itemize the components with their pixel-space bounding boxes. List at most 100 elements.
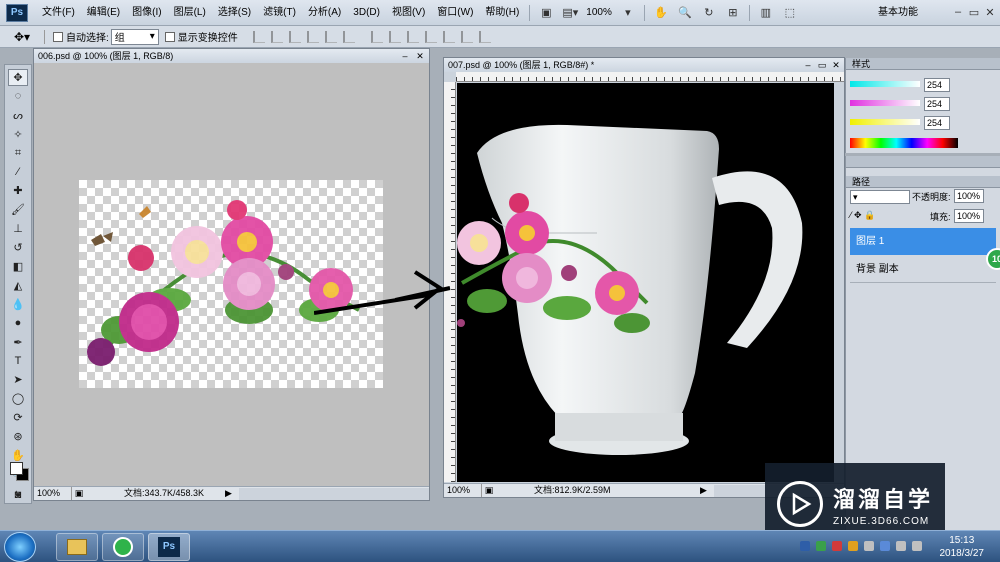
move-tool-icon[interactable]: ✥ (8, 69, 28, 86)
explorer-icon[interactable] (56, 533, 98, 561)
paint-bucket-icon[interactable]: ◭ (8, 277, 28, 294)
status-menu-icon[interactable]: ▣ (482, 484, 496, 497)
red-value[interactable]: 254 (924, 78, 950, 92)
restore-icon[interactable]: ▭ (816, 58, 828, 72)
blue-slider-bar[interactable] (850, 119, 920, 125)
close-icon[interactable]: ✕ (830, 58, 842, 72)
minimize-icon[interactable]: – (802, 58, 814, 72)
status-menu-icon[interactable]: ▣ (72, 487, 86, 500)
color-slider-r[interactable]: 254 (846, 76, 1000, 95)
spectrum-bar[interactable] (850, 138, 958, 148)
menu-analysis[interactable]: 分析(A) (302, 0, 347, 26)
close-icon[interactable]: ✕ (982, 4, 998, 20)
fill-field[interactable]: 100% (954, 209, 984, 223)
distribute-right-icon[interactable] (460, 30, 473, 43)
arrange-docs-icon[interactable]: ▥ (757, 5, 775, 21)
show-transform-checkbox[interactable] (164, 31, 175, 42)
blur-tool-icon[interactable]: 💧 (8, 296, 28, 313)
green-slider-bar[interactable] (850, 100, 920, 106)
menu-help[interactable]: 帮助(H) (479, 0, 525, 26)
opacity-field[interactable]: 100% (954, 189, 984, 203)
menu-3d[interactable]: 3D(D) (347, 0, 386, 26)
marquee-tool-icon[interactable]: ◌ (8, 88, 28, 105)
menu-window[interactable]: 窗口(W) (431, 0, 479, 26)
status-arrow-icon[interactable]: ▶ (700, 484, 714, 497)
lock-icons[interactable]: ⁄ ✥ 🔒 (850, 210, 875, 221)
lasso-tool-icon[interactable]: ᔕ (8, 107, 28, 124)
chevron-down-icon[interactable]: ▾ (619, 5, 637, 21)
crop-tool-icon[interactable]: ⌗ (8, 145, 28, 162)
tray-icon-3[interactable] (832, 541, 842, 551)
minimize-icon[interactable]: – (950, 4, 966, 20)
brush-tool-icon[interactable]: 🖌 (8, 201, 28, 218)
grid-icon[interactable]: ⊞ (724, 5, 742, 21)
healing-brush-icon[interactable]: ✚ (8, 182, 28, 199)
distribute-hcenter-icon[interactable] (442, 30, 455, 43)
pen-tool-icon[interactable]: ✒ (8, 334, 28, 351)
blend-mode-select[interactable]: ▾ (850, 190, 910, 204)
document-tab-right[interactable]: 007.psd @ 100% (图层 1, RGB/8#) * – ▭ ✕ (444, 58, 844, 72)
tab-styles[interactable]: 样式 (846, 57, 876, 70)
blue-value[interactable]: 254 (924, 116, 950, 130)
tray-icon-1[interactable] (800, 541, 810, 551)
align-vcenter-icon[interactable] (270, 30, 283, 43)
tab-paths[interactable]: 路径 (846, 175, 876, 188)
green-value[interactable]: 254 (924, 97, 950, 111)
auto-align-icon[interactable] (478, 30, 491, 43)
auto-select-dropdown[interactable]: 组 ▾ (110, 28, 159, 45)
minimize-icon[interactable]: – (399, 49, 411, 63)
volume-icon[interactable] (912, 541, 922, 551)
start-button[interactable] (4, 532, 36, 562)
layer-row-1[interactable]: 图层 1 (850, 228, 996, 255)
distribute-vcenter-icon[interactable] (388, 30, 401, 43)
document-tab-left[interactable]: 006.psd @ 100% (图层 1, RGB/8) – ✕ (34, 49, 429, 63)
history-brush-icon[interactable]: ↺ (8, 239, 28, 256)
eyedropper-icon[interactable]: ⁄ (8, 164, 28, 181)
restore-icon[interactable]: ▭ (966, 4, 982, 20)
magic-wand-icon[interactable]: ✧ (8, 126, 28, 143)
path-select-icon[interactable]: ➤ (8, 372, 28, 389)
hand-icon[interactable]: ✋ (652, 5, 670, 21)
canvas-black[interactable] (457, 83, 834, 482)
document-window-right[interactable]: 007.psd @ 100% (图层 1, RGB/8#) * – ▭ ✕ 10… (443, 57, 845, 498)
menu-layer[interactable]: 图层(L) (168, 0, 212, 26)
zoom-icon[interactable]: 🔍 (676, 5, 694, 21)
view-extras-icon[interactable]: ▤▾ (561, 5, 579, 21)
zoom-field[interactable]: 100% (34, 487, 72, 500)
eraser-icon[interactable]: ◧ (8, 258, 28, 275)
layer-row-2[interactable]: 背景 副本 (850, 256, 996, 283)
system-clock[interactable]: 15:13 2018/3/27 (940, 534, 985, 560)
document-window-left[interactable]: 006.psd @ 100% (图层 1, RGB/8) – ✕ 100% ▣ … (33, 48, 430, 501)
align-hcenter-icon[interactable] (324, 30, 337, 43)
menu-file[interactable]: 文件(F) (36, 0, 81, 26)
canvas-area-left[interactable] (34, 63, 429, 486)
menu-image[interactable]: 图像(I) (126, 0, 167, 26)
menu-filter[interactable]: 滤镜(T) (257, 0, 302, 26)
3d-rotate-icon[interactable]: ⟳ (8, 409, 28, 426)
menu-select[interactable]: 选择(S) (212, 0, 257, 26)
clone-stamp-icon[interactable]: ⊥ (8, 220, 28, 237)
auto-select-checkbox[interactable] (53, 31, 63, 42)
zoom-field[interactable]: 100% (444, 484, 482, 497)
network-icon[interactable] (896, 541, 906, 551)
status-arrow-icon[interactable]: ▶ (225, 487, 239, 500)
distribute-left-icon[interactable] (424, 30, 437, 43)
tray-icon-4[interactable] (848, 541, 858, 551)
horizontal-ruler[interactable] (456, 72, 844, 82)
menu-view[interactable]: 视图(V) (386, 0, 431, 26)
close-icon[interactable]: ✕ (414, 49, 426, 63)
color-slider-b[interactable]: 254 (846, 114, 1000, 133)
tray-icon-5[interactable] (864, 541, 874, 551)
shape-tool-icon[interactable]: ◯ (8, 390, 28, 407)
align-bottom-icon[interactable] (288, 30, 301, 43)
red-slider-bar[interactable] (850, 81, 920, 87)
dodge-tool-icon[interactable]: ● (8, 315, 28, 332)
tray-icon-6[interactable] (880, 541, 890, 551)
photoshop-taskbar-icon[interactable]: Ps (148, 533, 190, 561)
distribute-bottom-icon[interactable] (406, 30, 419, 43)
menu-edit[interactable]: 编辑(E) (81, 0, 126, 26)
align-right-icon[interactable] (342, 30, 355, 43)
type-tool-icon[interactable]: T (8, 353, 28, 370)
move-tool-icon[interactable]: ✥▾ (14, 30, 36, 44)
horizontal-scrollbar[interactable] (239, 487, 429, 500)
